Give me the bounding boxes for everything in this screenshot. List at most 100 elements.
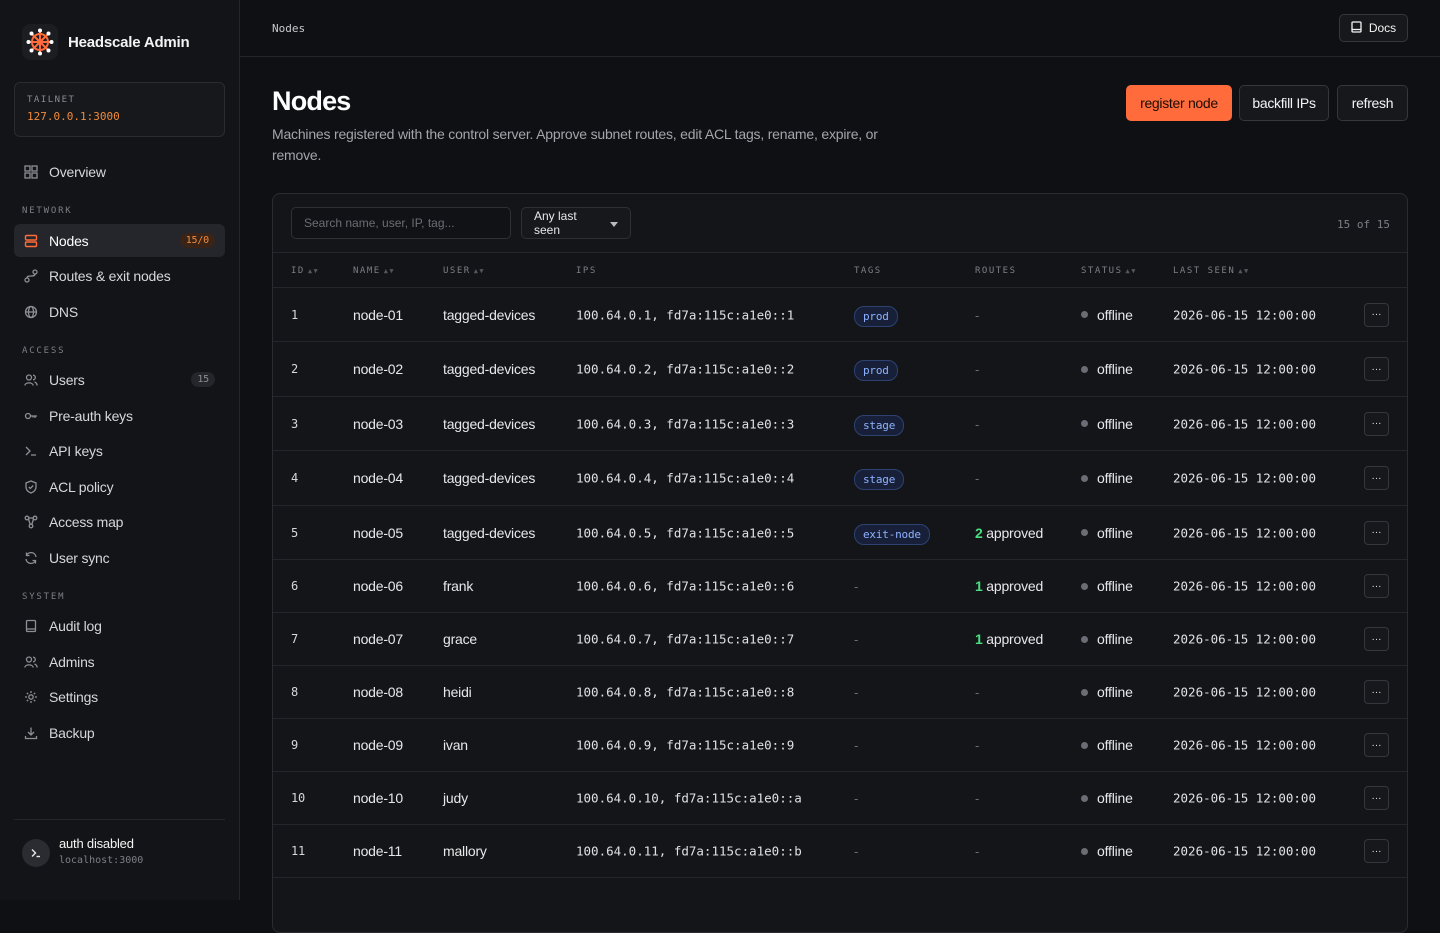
sidebar-item-access-map[interactable]: Access map [14, 505, 225, 538]
sidebar-item-nodes[interactable]: Nodes 15/0 [14, 224, 225, 257]
tag-badge[interactable]: stage [854, 414, 905, 436]
node-id: 9 [291, 738, 299, 752]
node-name[interactable]: node-03 [353, 416, 403, 432]
auth-status: auth disabled localhost:3000 [14, 819, 225, 867]
column-user[interactable]: USER ▲▼ [443, 266, 485, 276]
row-actions-button[interactable]: ··· [1364, 627, 1389, 651]
node-tags: - [854, 631, 858, 647]
row-actions-button[interactable]: ··· [1364, 302, 1389, 327]
node-name[interactable]: node-10 [353, 790, 403, 806]
table-row[interactable]: 7 node-07 grace 100.64.0.7, fd7a:115c:a1e0:… [273, 613, 1407, 666]
sidebar-item-audit-log[interactable]: Audit log [14, 609, 225, 642]
row-actions-button[interactable]: ··· [1364, 733, 1389, 757]
node-id: 5 [291, 525, 299, 540]
node-routes: 2 approved [975, 525, 1043, 541]
table-row[interactable]: 4 node-04 tagged-devices 100.64.0.4, fd7a:1… [273, 451, 1407, 506]
table-body: 1 node-01 tagged-devices 100.64.0.1, fd7a:1… [273, 288, 1407, 878]
empty-tags: - [854, 632, 859, 647]
node-last-seen: 2026-06-15 12:00:00 [1173, 578, 1316, 594]
table-row[interactable]: 5 node-05 tagged-devices 100.64.0.5, fd7a:1… [273, 506, 1407, 560]
node-user: grace [443, 631, 478, 647]
node-name[interactable]: node-06 [353, 578, 403, 594]
table-row[interactable]: 9 node-09 ivan 100.64.0.9, fd7a:115c:a1e0::… [273, 719, 1407, 772]
column-name[interactable]: NAME ▲▼ [353, 266, 395, 276]
node-routes: - [975, 361, 979, 377]
users-count-badge: 15 [191, 372, 215, 387]
table-row[interactable]: 11 node-11 mallory 100.64.0.11, fd7a:115c:a… [273, 825, 1407, 878]
sidebar-item-users[interactable]: Users 15 [14, 363, 225, 396]
node-routes: - [975, 737, 979, 753]
table-row[interactable]: 2 node-02 tagged-devices 100.64.0.2, fd7a:1… [273, 342, 1407, 397]
table-row[interactable]: 6 node-06 frank 100.64.0.6, fd7a:115c:a1e0:… [273, 560, 1407, 613]
node-name[interactable]: node-04 [353, 470, 403, 486]
tag-badge[interactable]: prod [854, 305, 898, 327]
sidebar-item-dns[interactable]: DNS [14, 295, 225, 328]
table-row[interactable]: 10 node-10 judy 100.64.0.10, fd7a:115c:a1e0… [273, 772, 1407, 825]
refresh-button[interactable]: refresh [1337, 85, 1408, 121]
column-status[interactable]: STATUS ▲▼ [1081, 266, 1137, 276]
node-user: heidi [443, 684, 472, 700]
node-last-seen: 2026-06-15 12:00:00 [1173, 684, 1316, 700]
search-input[interactable] [291, 207, 511, 239]
book-icon [24, 619, 38, 633]
node-name[interactable]: node-07 [353, 631, 403, 647]
sidebar-item-settings[interactable]: Settings [14, 680, 225, 713]
row-actions-button[interactable]: ··· [1364, 520, 1389, 545]
empty-tags: - [854, 685, 859, 700]
column-id[interactable]: ID ▲▼ [291, 266, 319, 276]
nodes-count-badge: 15/0 [179, 233, 215, 248]
node-user: judy [443, 790, 468, 806]
node-name[interactable]: node-11 [353, 843, 402, 859]
page-description: Machines registered with the control ser… [272, 126, 878, 163]
node-tags: - [854, 790, 858, 806]
node-routes: 1 approved [975, 631, 1043, 647]
sidebar-item-backup[interactable]: Backup [14, 716, 225, 749]
row-actions-button[interactable]: ··· [1364, 786, 1389, 810]
node-name[interactable]: node-08 [353, 684, 403, 700]
node-last-seen: 2026-06-15 12:00:00 [1173, 737, 1316, 753]
row-actions-button[interactable]: ··· [1364, 680, 1389, 704]
brand[interactable]: Headscale Admin [22, 24, 190, 60]
sidebar-item-label: ACL policy [49, 478, 114, 495]
docs-button[interactable]: Docs [1339, 14, 1408, 42]
node-ips: 100.64.0.6, fd7a:115c:a1e0::6 [576, 578, 795, 594]
node-status: offline [1081, 684, 1133, 700]
tag-badge[interactable]: stage [854, 469, 905, 490]
row-actions-button[interactable]: ··· [1364, 466, 1389, 490]
node-id: 7 [291, 632, 299, 646]
sidebar-item-user-sync[interactable]: User sync [14, 541, 225, 574]
table-row[interactable]: 1 node-01 tagged-devices 100.64.0.1, fd7a:1… [273, 288, 1407, 342]
node-status: offline [1081, 416, 1133, 432]
node-tags: - [854, 737, 858, 753]
sidebar-item-preauth-keys[interactable]: Pre-auth keys [14, 399, 225, 432]
register-node-button[interactable]: register node [1126, 85, 1232, 121]
sidebar-item-label: Pre-auth keys [49, 407, 133, 424]
table-row[interactable]: 8 node-08 heidi 100.64.0.8, fd7a:115c:a1e0:… [273, 666, 1407, 719]
sidebar-item-api-keys[interactable]: API keys [14, 434, 225, 467]
nav-section-network: NETWORK [22, 206, 73, 216]
column-last-seen[interactable]: LAST SEEN ▲▼ [1173, 266, 1250, 276]
column-routes: ROUTES [975, 266, 1017, 276]
row-actions-button[interactable]: ··· [1364, 411, 1389, 436]
node-name[interactable]: node-02 [353, 361, 403, 377]
node-name[interactable]: node-01 [353, 307, 403, 323]
sidebar-item-acl-policy[interactable]: ACL policy [14, 470, 225, 503]
tag-badge[interactable]: exit-node [854, 523, 930, 545]
row-actions-button[interactable]: ··· [1364, 574, 1389, 598]
sidebar-item-overview[interactable]: Overview [14, 155, 225, 188]
node-name[interactable]: node-09 [353, 737, 403, 753]
node-id: 3 [291, 416, 299, 431]
backfill-ips-button[interactable]: backfill IPs [1239, 85, 1329, 121]
node-routes: - [975, 470, 979, 486]
table-row[interactable]: 3 node-03 tagged-devices 100.64.0.3, fd7a:1… [273, 397, 1407, 451]
results-count: 15 of 15 [1337, 218, 1390, 231]
last-seen-filter[interactable]: Any last seen [521, 207, 631, 239]
node-user: tagged-devices [443, 306, 536, 323]
status-dot-icon [1081, 847, 1088, 855]
row-actions-button[interactable]: ··· [1364, 357, 1389, 381]
tag-badge[interactable]: prod [854, 360, 898, 381]
row-actions-button[interactable]: ··· [1364, 839, 1389, 863]
sidebar-item-admins[interactable]: Admins [14, 645, 225, 678]
sidebar-item-routes[interactable]: Routes & exit nodes [14, 259, 225, 292]
node-name[interactable]: node-05 [353, 525, 403, 541]
